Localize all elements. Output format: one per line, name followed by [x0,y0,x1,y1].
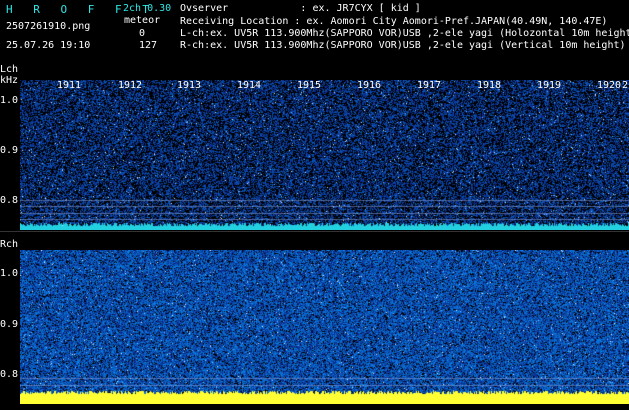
rch-ytick-0.9: 0.9 [0,319,19,330]
channel-mode: 2ch 0.30 [123,3,172,14]
time-tick-1920: 1920 [597,80,622,91]
rch-label: Rch [0,239,19,250]
rch-receiver-info: R-ch:ex. UV5R 113.900Mhz(SAPPORO VOR)USB… [180,40,626,51]
lch-ytick-0.9: 0.9 [0,145,19,156]
file-name: 2507261910.png [6,21,91,32]
time-tick-1917: 1917 [417,80,442,91]
time-tick-1913: 1913 [177,80,202,91]
location-info: Receiving Location : ex. Aomori City Aom… [180,16,608,27]
time-tick-1912: 1912 [118,80,143,91]
rch-spectrogram[interactable] [20,250,629,404]
date-time: 25.07.26 19:10 [6,40,91,51]
meteor-label: meteor [124,15,161,26]
channel-divider [0,231,629,232]
lch-label: Lch [0,64,19,75]
lch-ytick-1.0: 1.0 [0,95,19,106]
rch-ytick-0.8: 0.8 [0,369,19,380]
rch-ytick-1.0: 1.0 [0,268,19,279]
time-tick-1911: 1911 [57,80,82,91]
lch-receiver-info: L-ch:ex. UV5R 113.900Mhz(SAPPORO VOR)USB… [180,28,629,39]
lch-unit-label: kHz [0,75,19,86]
time-tick-1915: 1915 [297,80,322,91]
time-tick-1914: 1914 [237,80,262,91]
lch-ytick-0.8: 0.8 [0,195,19,206]
time-tick-1916: 1916 [357,80,382,91]
time-tick-1919: 1919 [537,80,562,91]
time-tick-1918: 1918 [477,80,502,91]
meteor-count-lch: 0 [139,28,146,39]
observer-info: Ovserver : ex. JR7CYX [ kid ] [180,3,421,14]
time-tick-edge: 2 [622,80,629,91]
meteor-count-rch: 127 [139,40,158,51]
lch-spectrogram[interactable] [20,80,629,230]
